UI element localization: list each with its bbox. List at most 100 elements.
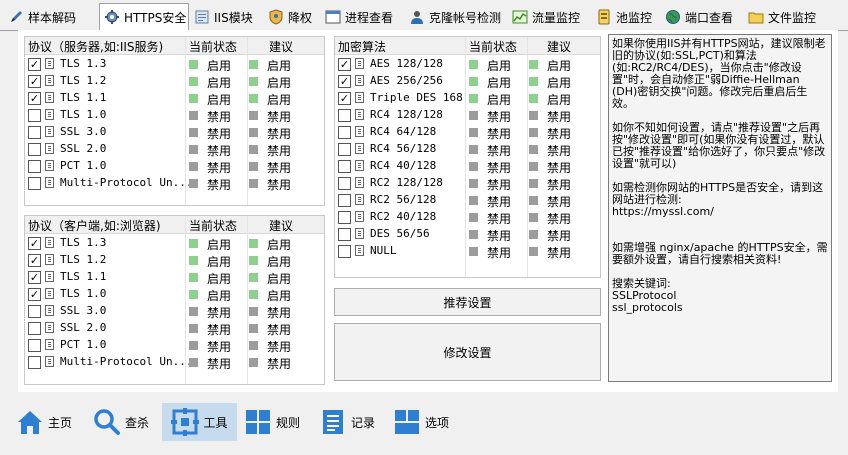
nav-tools[interactable]: 工具 [162, 403, 237, 441]
row-checkbox[interactable] [28, 143, 41, 156]
row-checkbox[interactable] [338, 126, 351, 139]
list-row[interactable]: RC4 128/128 禁用 禁用 [335, 107, 600, 124]
row-checkbox[interactable] [28, 109, 41, 122]
list-row[interactable]: Multi-Protocol Un... 禁用 禁用 [25, 354, 324, 371]
row-checkbox[interactable]: ✓ [28, 271, 41, 284]
row-checkbox[interactable]: ✓ [28, 58, 41, 71]
row-checkbox[interactable] [338, 109, 351, 122]
suggest-text: 禁用 [267, 161, 292, 175]
status-indicator [469, 111, 478, 120]
list-row[interactable]: PCT 1.0 禁用 禁用 [25, 158, 324, 175]
row-checkbox[interactable] [28, 339, 41, 352]
tab-process-view[interactable]: 进程查看 [325, 5, 393, 29]
tab-https-security[interactable]: HTTPS安全 [99, 3, 189, 30]
list-row[interactable]: RC4 40/128 禁用 禁用 [335, 158, 600, 175]
protocol-name: SSL 2.0 [60, 321, 107, 334]
protocol-name: SSL 3.0 [60, 125, 107, 138]
row-checkbox[interactable] [338, 245, 351, 258]
list-row[interactable]: SSL 2.0 禁用 禁用 [25, 320, 324, 337]
list-row[interactable]: ✓ TLS 1.1 启用 启用 [25, 269, 324, 286]
tab-clone-account[interactable]: 克隆帐号检测 [409, 5, 501, 29]
nav-records[interactable]: 记录 [319, 403, 381, 441]
tab-pool-monitor[interactable]: 池监控 [596, 5, 652, 29]
row-checkbox[interactable] [28, 305, 41, 318]
recommend-settings-button[interactable]: 推荐设置 [334, 288, 601, 316]
list-row[interactable]: ✓ TLS 1.3 启用 启用 [25, 56, 324, 73]
list-row[interactable]: RC2 40/128 禁用 禁用 [335, 209, 600, 226]
list-row[interactable]: ✓ AES 128/128 启用 启用 [335, 56, 600, 73]
status-text: 启用 [207, 238, 232, 252]
list-row[interactable]: PCT 1.0 禁用 禁用 [25, 337, 324, 354]
row-checkbox[interactable] [338, 160, 351, 173]
row-checkbox[interactable] [338, 228, 351, 241]
row-checkbox[interactable] [338, 211, 351, 224]
suggest-indicator [529, 230, 538, 239]
suggest-indicator [249, 77, 258, 86]
row-checkbox[interactable] [338, 177, 351, 190]
nav-label: 记录 [351, 415, 376, 430]
nav-home[interactable]: 主页 [16, 403, 78, 441]
suggest-indicator [249, 307, 258, 316]
suggest-indicator [529, 128, 538, 137]
row-checkbox[interactable]: ✓ [338, 92, 351, 105]
list-row[interactable]: NULL 禁用 禁用 [335, 243, 600, 260]
tab-traffic-monitor[interactable]: 流量监控 [512, 5, 580, 29]
row-checkbox[interactable] [338, 143, 351, 156]
document-icon [319, 408, 347, 436]
row-checkbox[interactable] [28, 177, 41, 190]
row-checkbox[interactable]: ✓ [28, 288, 41, 301]
row-checkbox[interactable]: ✓ [28, 237, 41, 250]
list-row[interactable]: SSL 3.0 禁用 禁用 [25, 303, 324, 320]
list-row[interactable]: ✓ TLS 1.1 启用 启用 [25, 90, 324, 107]
list-row[interactable]: ✓ TLS 1.0 启用 启用 [25, 286, 324, 303]
list-row[interactable]: ✓ TLS 1.3 启用 启用 [25, 235, 324, 252]
suggest-indicator [249, 290, 258, 299]
list-row[interactable]: DES 56/56 禁用 禁用 [335, 226, 600, 243]
list-row[interactable]: SSL 2.0 禁用 禁用 [25, 141, 324, 158]
protocol-name: Multi-Protocol Un... [60, 355, 193, 368]
globe-icon [665, 9, 681, 25]
list-row[interactable]: ✓ AES 256/256 启用 启用 [335, 73, 600, 90]
protocol-name: RC4 128/128 [370, 108, 443, 121]
server-protocol-list: 协议（服务器,如:IIS服务) 当前状态 建议 ✓ TLS 1.3 启用 启用 ✓ TLS… [24, 36, 325, 206]
nav-rules[interactable]: 规则 [244, 403, 306, 441]
row-checkbox[interactable] [28, 356, 41, 369]
file-icon [45, 75, 54, 86]
list-row[interactable]: TLS 1.0 禁用 禁用 [25, 107, 324, 124]
list-row[interactable]: RC4 56/128 禁用 禁用 [335, 141, 600, 158]
nav-options[interactable]: 选项 [393, 403, 455, 441]
suggest-indicator [529, 247, 538, 256]
row-checkbox[interactable] [28, 322, 41, 335]
tab-downgrade[interactable]: 降权 [268, 5, 312, 29]
nav-scan[interactable]: 查杀 [93, 403, 153, 441]
tab-port-view[interactable]: 端口查看 [665, 5, 733, 29]
row-checkbox[interactable] [338, 194, 351, 207]
row-checkbox[interactable]: ✓ [338, 58, 351, 71]
status-indicator [189, 239, 198, 248]
tab-iis-module[interactable]: IIS模块 [194, 5, 253, 29]
tab-sample-decode[interactable]: 样本解码 [8, 5, 76, 29]
tab-file-monitor[interactable]: 文件监控 [748, 5, 816, 29]
list-row[interactable]: Multi-Protocol Un... 禁用 禁用 [25, 175, 324, 192]
status-text: 启用 [207, 76, 232, 90]
chart-icon [512, 9, 528, 25]
list-row[interactable]: ✓ TLS 1.2 启用 启用 [25, 73, 324, 90]
list-row[interactable]: SSL 3.0 禁用 禁用 [25, 124, 324, 141]
row-checkbox[interactable]: ✓ [28, 92, 41, 105]
list-row[interactable]: ✓ Triple DES 168 启用 启用 [335, 90, 600, 107]
row-checkbox[interactable]: ✓ [28, 75, 41, 88]
suggest-text: 禁用 [267, 306, 292, 320]
list-row[interactable]: RC2 56/128 禁用 禁用 [335, 192, 600, 209]
row-checkbox[interactable] [28, 160, 41, 173]
row-checkbox[interactable]: ✓ [28, 254, 41, 267]
status-indicator [469, 230, 478, 239]
row-checkbox[interactable]: ✓ [338, 75, 351, 88]
list-row[interactable]: RC4 64/128 禁用 禁用 [335, 124, 600, 141]
suggest-indicator [529, 213, 538, 222]
row-checkbox[interactable] [28, 126, 41, 139]
status-indicator [189, 341, 198, 350]
list-row[interactable]: ✓ TLS 1.2 启用 启用 [25, 252, 324, 269]
list-row[interactable]: RC2 128/128 禁用 禁用 [335, 175, 600, 192]
file-icon [355, 228, 364, 239]
apply-settings-button[interactable]: 修改设置 [334, 323, 601, 381]
